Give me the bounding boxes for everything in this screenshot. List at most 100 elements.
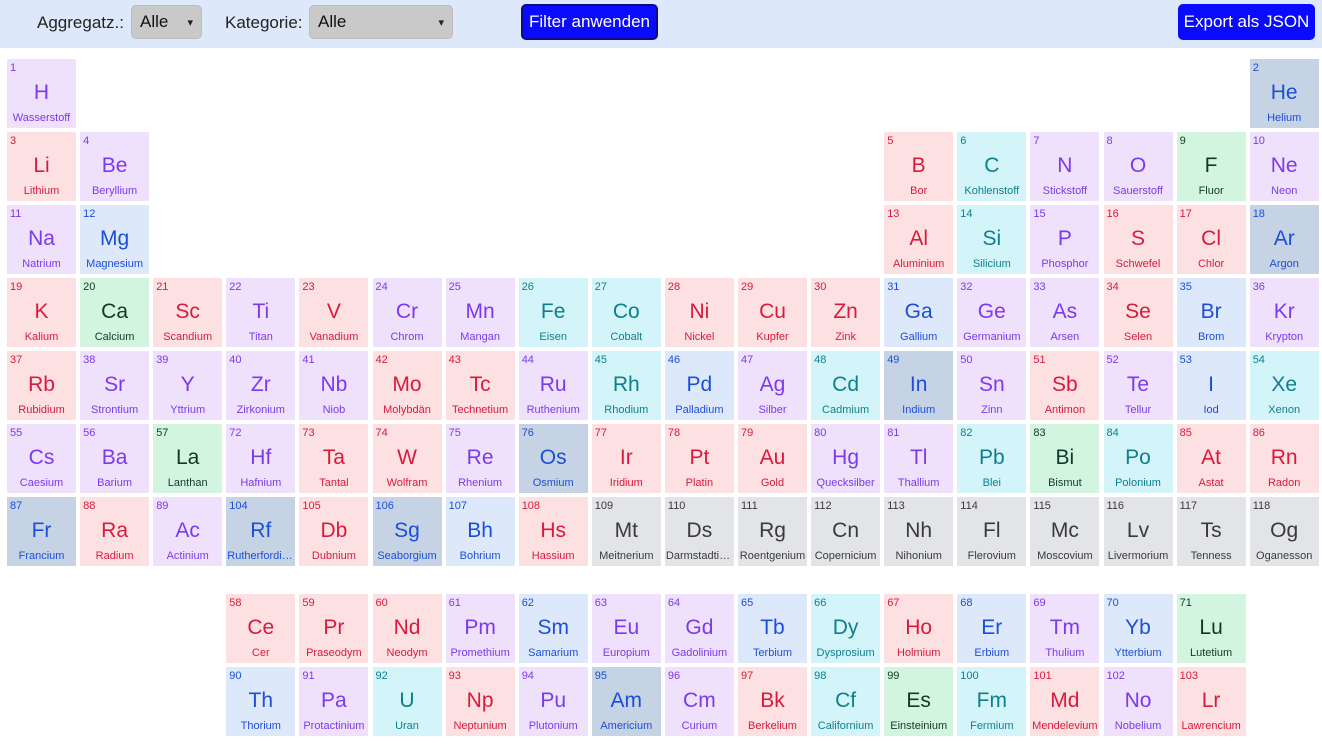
element-cell-ba[interactable]: 56 Ba Barium (80, 424, 150, 493)
element-cell-mg[interactable]: 12 Mg Magnesium (80, 205, 150, 274)
element-cell-ho[interactable]: 67 Ho Holmium (884, 594, 954, 663)
element-cell-pd[interactable]: 46 Pd Palladium (664, 351, 734, 420)
element-cell-na[interactable]: 11 Na Natrium (7, 205, 76, 274)
element-cell-rh[interactable]: 45 Rh Rhodium (591, 351, 661, 420)
element-cell-gd[interactable]: 64 Gd Gadolinium (664, 594, 734, 663)
element-cell-f[interactable]: 9 F Fluor (1176, 132, 1246, 201)
element-cell-sb[interactable]: 51 Sb Antimon (1030, 351, 1100, 420)
element-cell-sc[interactable]: 21 Sc Scandium (153, 278, 223, 347)
element-cell-sg[interactable]: 106 Sg Seaborgium (372, 497, 442, 566)
element-cell-li[interactable]: 3 Li Lithium (7, 132, 76, 201)
element-cell-ra[interactable]: 88 Ra Radium (80, 497, 150, 566)
element-cell-rg[interactable]: 111 Rg Roentgenium (738, 497, 807, 566)
element-cell-h[interactable]: 1 H Wasserstoff (7, 59, 76, 128)
element-cell-sn[interactable]: 50 Sn Zinn (957, 351, 1027, 420)
element-cell-sr[interactable]: 38 Sr Strontium (80, 351, 150, 420)
element-cell-rn[interactable]: 86 Rn Radon (1249, 424, 1319, 493)
element-cell-si[interactable]: 14 Si Silicium (957, 205, 1027, 274)
element-cell-bk[interactable]: 97 Bk Berkelium (738, 667, 807, 736)
element-cell-te[interactable]: 52 Te Tellur (1103, 351, 1173, 420)
element-cell-ge[interactable]: 32 Ge Germanium (957, 278, 1027, 347)
element-cell-fl[interactable]: 114 Fl Flerovium (957, 497, 1027, 566)
export-json-button[interactable]: Export als JSON (1178, 4, 1315, 40)
element-cell-se[interactable]: 34 Se Selen (1103, 278, 1173, 347)
element-cell-cd[interactable]: 48 Cd Cadmium (811, 351, 881, 420)
element-cell-pu[interactable]: 94 Pu Plutonium (518, 667, 588, 736)
element-cell-hg[interactable]: 80 Hg Quecksilber (811, 424, 881, 493)
element-cell-be[interactable]: 4 Be Beryllium (80, 132, 150, 201)
element-cell-lr[interactable]: 103 Lr Lawrencium (1176, 667, 1246, 736)
element-cell-ta[interactable]: 73 Ta Tantal (299, 424, 369, 493)
element-cell-lv[interactable]: 116 Lv Livermorium (1103, 497, 1173, 566)
element-cell-k[interactable]: 19 K Kalium (7, 278, 76, 347)
element-cell-cl[interactable]: 17 Cl Chlor (1176, 205, 1246, 274)
element-cell-os[interactable]: 76 Os Osmium (518, 424, 588, 493)
element-cell-ru[interactable]: 44 Ru Ruthenium (518, 351, 588, 420)
element-cell-cm[interactable]: 96 Cm Curium (664, 667, 734, 736)
element-cell-tm[interactable]: 69 Tm Thulium (1030, 594, 1100, 663)
element-cell-br[interactable]: 35 Br Brom (1176, 278, 1246, 347)
element-cell-cn[interactable]: 112 Cn Copernicium (811, 497, 881, 566)
element-cell-cu[interactable]: 29 Cu Kupfer (738, 278, 807, 347)
element-cell-fe[interactable]: 26 Fe Eisen (518, 278, 588, 347)
element-cell-th[interactable]: 90 Th Thorium (226, 667, 296, 736)
element-cell-nb[interactable]: 41 Nb Niob (299, 351, 369, 420)
category-filter-select[interactable]: Alle ▾ (309, 5, 453, 39)
element-cell-md[interactable]: 101 Md Mendelevium (1030, 667, 1100, 736)
element-cell-mn[interactable]: 25 Mn Mangan (445, 278, 515, 347)
element-cell-bi[interactable]: 83 Bi Bismut (1030, 424, 1100, 493)
element-cell-mo[interactable]: 42 Mo Molybdän (372, 351, 442, 420)
element-cell-u[interactable]: 92 U Uran (372, 667, 442, 736)
element-cell-no[interactable]: 102 No Nobelium (1103, 667, 1173, 736)
element-cell-kr[interactable]: 36 Kr Krypton (1249, 278, 1319, 347)
element-cell-ga[interactable]: 31 Ga Gallium (884, 278, 954, 347)
element-cell-fr[interactable]: 87 Fr Francium (7, 497, 76, 566)
element-cell-tl[interactable]: 81 Tl Thallium (884, 424, 954, 493)
element-cell-mc[interactable]: 115 Mc Moscovium (1030, 497, 1100, 566)
element-cell-pb[interactable]: 82 Pb Blei (957, 424, 1027, 493)
element-cell-ca[interactable]: 20 Ca Calcium (80, 278, 150, 347)
element-cell-y[interactable]: 39 Y Yttrium (153, 351, 223, 420)
element-cell-ti[interactable]: 22 Ti Titan (226, 278, 296, 347)
element-cell-fm[interactable]: 100 Fm Fermium (957, 667, 1027, 736)
element-cell-co[interactable]: 27 Co Cobalt (591, 278, 661, 347)
element-cell-am[interactable]: 95 Am Americium (591, 667, 661, 736)
element-cell-rb[interactable]: 37 Rb Rubidium (7, 351, 76, 420)
element-cell-nd[interactable]: 60 Nd Neodym (372, 594, 442, 663)
element-cell-ni[interactable]: 28 Ni Nickel (664, 278, 734, 347)
element-cell-pt[interactable]: 78 Pt Platin (664, 424, 734, 493)
element-cell-rf[interactable]: 104 Rf Rutherfordium (226, 497, 296, 566)
element-cell-w[interactable]: 74 W Wolfram (372, 424, 442, 493)
element-cell-nh[interactable]: 113 Nh Nihonium (884, 497, 954, 566)
element-cell-xe[interactable]: 54 Xe Xenon (1249, 351, 1319, 420)
state-filter-select[interactable]: Alle ▾ (131, 5, 202, 39)
element-cell-as[interactable]: 33 As Arsen (1030, 278, 1100, 347)
element-cell-i[interactable]: 53 I Iod (1176, 351, 1246, 420)
element-cell-tc[interactable]: 43 Tc Technetium (445, 351, 515, 420)
element-cell-ne[interactable]: 10 Ne Neon (1249, 132, 1319, 201)
element-cell-bh[interactable]: 107 Bh Bohrium (445, 497, 515, 566)
element-cell-pr[interactable]: 59 Pr Praseodym (299, 594, 369, 663)
element-cell-mt[interactable]: 109 Mt Meitnerium (591, 497, 661, 566)
element-cell-cs[interactable]: 55 Cs Caesium (7, 424, 76, 493)
element-cell-yb[interactable]: 70 Yb Ytterbium (1103, 594, 1173, 663)
element-cell-sm[interactable]: 62 Sm Samarium (518, 594, 588, 663)
element-cell-pa[interactable]: 91 Pa Protactinium (299, 667, 369, 736)
element-cell-cr[interactable]: 24 Cr Chrom (372, 278, 442, 347)
element-cell-cf[interactable]: 98 Cf Californium (811, 667, 881, 736)
element-cell-es[interactable]: 99 Es Einsteinium (884, 667, 954, 736)
element-cell-ts[interactable]: 117 Ts Tenness (1176, 497, 1246, 566)
element-cell-p[interactable]: 15 P Phosphor (1030, 205, 1100, 274)
element-cell-ce[interactable]: 58 Ce Cer (226, 594, 296, 663)
element-cell-o[interactable]: 8 O Sauerstoff (1103, 132, 1173, 201)
element-cell-dy[interactable]: 66 Dy Dysprosium (811, 594, 881, 663)
element-cell-lu[interactable]: 71 Lu Lutetium (1176, 594, 1246, 663)
element-cell-ds[interactable]: 110 Ds Darmstadtium (664, 497, 734, 566)
element-cell-ac[interactable]: 89 Ac Actinium (153, 497, 223, 566)
element-cell-ir[interactable]: 77 Ir Iridium (591, 424, 661, 493)
element-cell-al[interactable]: 13 Al Aluminium (884, 205, 954, 274)
apply-filter-button[interactable]: Filter anwenden (521, 4, 658, 40)
element-cell-eu[interactable]: 63 Eu Europium (591, 594, 661, 663)
element-cell-n[interactable]: 7 N Stickstoff (1030, 132, 1100, 201)
element-cell-ar[interactable]: 18 Ar Argon (1249, 205, 1319, 274)
